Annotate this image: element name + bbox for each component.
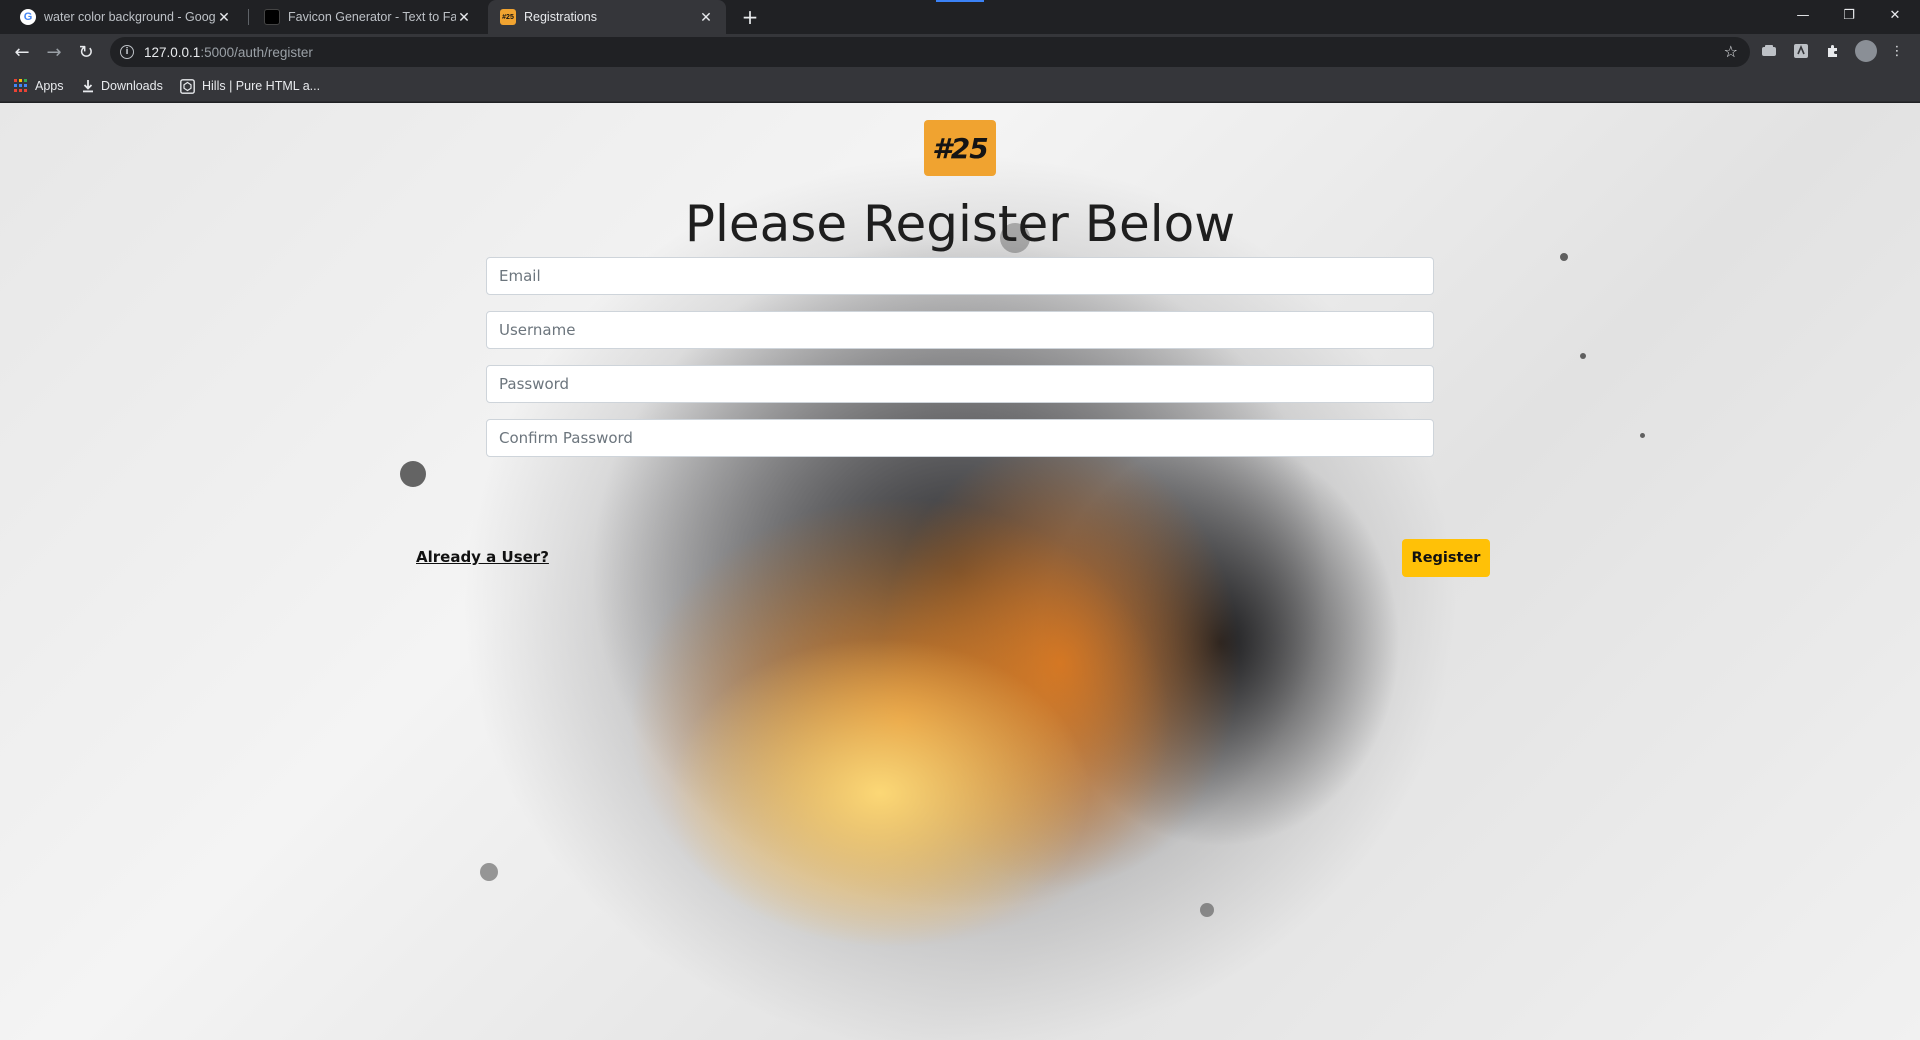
restore-icon[interactable]: ❐ — [1826, 0, 1872, 30]
confirm-password-field[interactable] — [486, 419, 1434, 457]
minimize-icon[interactable]: — — [1780, 0, 1826, 30]
register-button[interactable]: Register — [1402, 539, 1490, 577]
forward-icon[interactable]: → — [40, 38, 68, 66]
site-info-icon[interactable]: i — [120, 45, 134, 59]
page-viewport: #25 Please Register Below Already a User… — [0, 103, 1920, 1040]
site-25-icon: #25 — [500, 9, 516, 25]
tab-separator — [248, 9, 249, 25]
bookmark-hills[interactable]: Hills | Pure HTML a... — [180, 70, 320, 102]
favicon-generator-icon — [264, 9, 280, 25]
extension-icon[interactable] — [1760, 42, 1778, 60]
new-tab-button[interactable]: + — [736, 0, 764, 34]
extension-translate-icon[interactable] — [1792, 42, 1810, 60]
password-field[interactable] — [486, 365, 1434, 403]
google-icon: G — [20, 9, 36, 25]
page-title: Please Register Below — [684, 195, 1236, 253]
ink-splatter — [1640, 433, 1645, 438]
address-bar[interactable]: i 127.0.0.1:5000/auth/register ☆ — [110, 37, 1750, 67]
tab-favicon-generator[interactable]: Favicon Generator - Text to Favic ✕ — [252, 0, 484, 34]
bookmark-label: Apps — [35, 79, 64, 93]
bookmark-label: Hills | Pure HTML a... — [202, 79, 321, 93]
bookmarks-bar: Apps Downloads Hills | Pure HTML a... — [0, 70, 1920, 102]
ink-splatter — [1560, 253, 1568, 261]
tab-title: Favicon Generator - Text to Favic — [288, 10, 456, 24]
bookmark-downloads[interactable]: Downloads — [82, 70, 163, 102]
bookmark-apps[interactable]: Apps — [14, 70, 64, 102]
tab-title: water color background - Google — [44, 10, 216, 24]
apps-grid-icon — [14, 79, 28, 93]
ink-splatter — [480, 863, 498, 881]
close-tab-icon[interactable]: ✕ — [698, 9, 714, 26]
tab-title: Registrations — [524, 10, 597, 24]
tab-drag-indicator — [936, 0, 984, 2]
username-field[interactable] — [486, 311, 1434, 349]
puzzle-extensions-icon[interactable] — [1824, 42, 1842, 60]
email-field[interactable] — [486, 257, 1434, 295]
reload-icon[interactable]: ↻ — [72, 38, 100, 66]
back-icon[interactable]: ← — [8, 38, 36, 66]
bookmark-label: Downloads — [101, 79, 163, 93]
login-link[interactable]: Already a User? — [416, 548, 549, 566]
profile-avatar-icon[interactable] — [1855, 40, 1877, 62]
ink-splatter — [400, 461, 426, 487]
tab-strip: G water color background - Google ✕ Favi… — [0, 0, 1920, 34]
ink-splatter — [1580, 353, 1586, 359]
url-path: :5000/auth/register — [200, 44, 313, 60]
download-icon — [82, 79, 94, 93]
url-host: 127.0.0.1 — [144, 44, 201, 60]
kebab-menu-icon[interactable]: ⋮ — [1888, 42, 1906, 60]
close-tab-icon[interactable]: ✕ — [456, 9, 472, 26]
tab-registrations[interactable]: #25 Registrations ✕ — [488, 0, 726, 34]
bookmark-star-icon[interactable]: ☆ — [1724, 42, 1738, 61]
ink-splatter — [1200, 903, 1214, 917]
codepen-icon — [180, 78, 195, 94]
browser-toolbar: ← → ↻ i 127.0.0.1:5000/auth/register ☆ ⋮ — [0, 34, 1920, 70]
close-window-icon[interactable]: ✕ — [1872, 0, 1918, 30]
close-tab-icon[interactable]: ✕ — [216, 9, 232, 26]
site-logo: #25 — [924, 120, 996, 176]
tab-google-search[interactable]: G water color background - Google ✕ — [8, 0, 244, 34]
